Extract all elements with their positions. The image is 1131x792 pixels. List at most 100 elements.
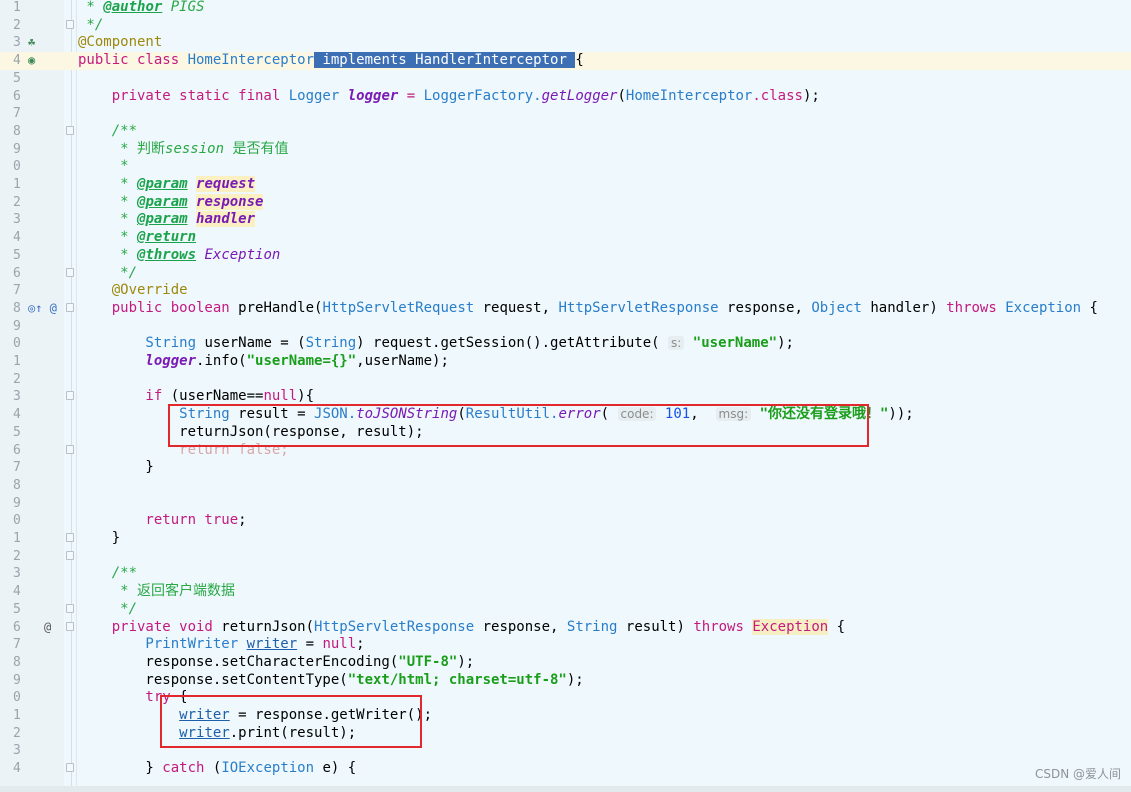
code-text[interactable]: return false; [78,442,289,460]
code-text[interactable]: } catch (IOException e) { [78,760,356,778]
code-line[interactable]: 0 try { [0,689,1131,707]
code-line[interactable]: 4 String result = JSON.toJSONString(Resu… [0,406,1131,424]
fold-marker-icon[interactable] [66,763,74,773]
code-line[interactable]: 9 response.setContentType("text/html; ch… [0,672,1131,690]
code-text[interactable]: * 判断session 是否有值 [78,141,288,159]
code-line[interactable]: 8 /** [0,123,1131,141]
code-line[interactable]: 3 [0,742,1131,760]
code-line[interactable]: 8 [0,477,1131,495]
code-line[interactable]: 0 * [0,158,1131,176]
code-text[interactable]: * @return [78,229,196,247]
code-line[interactable]: 6 */ [0,265,1131,283]
fold-marker-icon[interactable] [66,621,74,631]
code-text[interactable]: */ [78,265,137,283]
code-line[interactable]: 6 @ private void returnJson(HttpServletRe… [0,618,1131,637]
code-line[interactable]: 2 */ [0,17,1131,35]
code-text[interactable]: String result = JSON.toJSONString(Result… [78,406,914,424]
code-line[interactable]: 5 * @throws Exception [0,247,1131,265]
code-text[interactable]: returnJson(response, result); [78,424,423,442]
code-line[interactable]: 1 * @param request [0,176,1131,194]
code-line[interactable]: 4 ◉ public class HomeInterceptor implement… [0,52,1131,70]
code-line[interactable]: 7 } [0,459,1131,477]
code-line[interactable]: 2 writer.print(result); [0,725,1131,743]
bean-icon[interactable]: ◉ [28,52,35,70]
code-line[interactable]: 8 ◎↑ @ public boolean preHandle(HttpServl… [0,300,1131,318]
code-line[interactable]: 1 logger.info("userName={}",userName); [0,353,1131,371]
code-text[interactable]: private static final Logger logger = Log… [78,88,820,106]
code-text[interactable]: * 返回客户端数据 [78,583,235,601]
code-text[interactable]: @Component [78,34,162,52]
code-line[interactable]: 8 response.setCharacterEncoding("UTF-8")… [0,654,1131,672]
code-text[interactable]: String userName = (String) request.getSe… [78,335,794,353]
fold-marker-icon[interactable] [66,391,74,401]
fold-marker-icon[interactable] [66,550,74,560]
code-text[interactable]: } [78,459,153,477]
fold-marker-icon[interactable] [66,603,74,613]
code-text[interactable]: * @param handler [78,211,256,229]
code-line[interactable]: 7 [0,105,1131,123]
code-line[interactable]: 2 * @param response [0,193,1131,212]
code-line[interactable]: 9 * 判断session 是否有值 [0,141,1131,159]
code-text[interactable]: return true; [78,512,246,530]
code-line[interactable]: 7 PrintWriter writer = null; [0,636,1131,654]
override-icon[interactable]: ◎↑ @ [28,300,57,318]
code-line[interactable]: 5 returnJson(response, result); [0,424,1131,442]
code-text[interactable]: PrintWriter writer = null; [78,636,364,654]
code-text[interactable]: writer = response.getWriter(); [78,707,432,725]
code-line[interactable]: 2 [0,548,1131,566]
code-line[interactable]: 3 ☘ @Component [0,34,1131,52]
code-text[interactable]: */ [78,17,103,35]
code-text[interactable]: public class HomeInterceptor implements … [78,52,584,70]
code-line[interactable]: 4 * 返回客户端数据 [0,583,1131,601]
line-number: 4 [13,584,21,600]
code-line[interactable]: 5 */ [0,601,1131,619]
code-text[interactable]: writer.print(result); [78,725,356,743]
code-line[interactable]: 4 * @return [0,229,1131,247]
code-text[interactable]: /** [78,123,137,141]
code-text[interactable]: /** [78,565,137,583]
code-text[interactable]: response.setCharacterEncoding("UTF-8"); [78,654,474,672]
code-text[interactable]: */ [78,601,137,619]
leaf-icon[interactable]: ☘ [28,34,35,52]
fold-marker-icon[interactable] [66,19,74,29]
fold-marker-icon[interactable] [66,267,74,277]
fold-marker-icon[interactable] [66,533,74,542]
code-editor[interactable]: 1 * @author PIGS 2 */3 ☘ @Component 4 ◉ public… [0,0,1131,792]
code-line[interactable]: 1 } [0,530,1131,548]
code-text[interactable]: * @param request [78,176,256,194]
code-line[interactable]: 0 String userName = (String) request.get… [0,335,1131,353]
code-line[interactable]: 4 } catch (IOException e) { [0,760,1131,778]
code-text[interactable]: public boolean preHandle(HttpServletRequ… [78,300,1098,318]
code-line[interactable]: 6 return false; [0,442,1131,460]
code-line[interactable]: 3 * @param handler [0,211,1131,229]
code-line[interactable]: 1 * @author PIGS [0,0,1131,17]
code-line[interactable]: 5 [0,70,1131,88]
code-text[interactable]: response.setContentType("text/html; char… [78,672,583,690]
code-text[interactable]: * @param response [78,193,264,212]
code-text[interactable]: @Override [78,282,188,300]
code-line[interactable]: 3 if (userName==null){ [0,388,1131,406]
code-text[interactable]: } [78,530,120,548]
code-line[interactable]: 2 [0,371,1131,389]
code-text[interactable]: * @author PIGS [78,0,204,17]
code-line[interactable]: 1 writer = response.getWriter(); [0,707,1131,725]
fold-marker-icon[interactable] [66,125,74,135]
fold-marker-icon[interactable] [66,444,74,454]
code-token: writer [246,636,298,653]
code-text[interactable]: if (userName==null){ [78,388,314,406]
code-text[interactable]: try { [78,689,187,707]
code-text[interactable]: logger.info("userName={}",userName); [78,353,448,371]
fold-marker-icon[interactable] [66,302,74,312]
code-line[interactable]: 9 [0,495,1131,513]
code-line[interactable]: 6 private static final Logger logger = L… [0,88,1131,106]
code-token: ); [457,653,475,670]
code-text[interactable]: private void returnJson(HttpServletRespo… [78,618,845,637]
code-text[interactable]: * @throws Exception [78,247,280,265]
code-line[interactable]: 9 [0,318,1131,336]
code-line[interactable]: 0 return true; [0,512,1131,530]
horizontal-scrollbar[interactable] [0,786,1131,792]
code-line[interactable]: 3 /** [0,565,1131,583]
at-icon[interactable]: @ [44,619,51,637]
code-text[interactable]: * [78,158,128,176]
code-line[interactable]: 7 @Override [0,282,1131,300]
